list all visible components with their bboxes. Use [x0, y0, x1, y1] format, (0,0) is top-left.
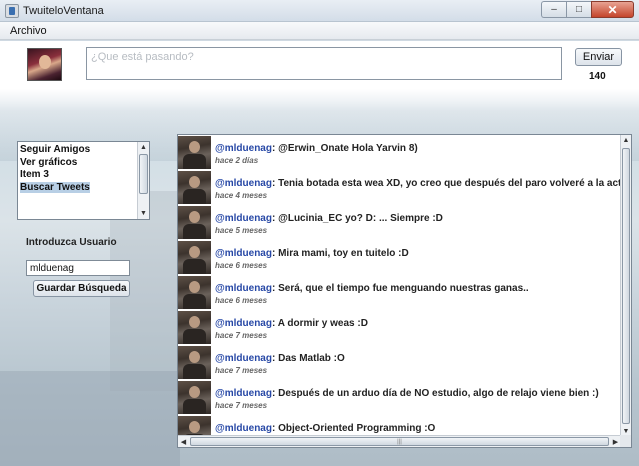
option-item-label: Seguir Amigos [20, 144, 91, 155]
option-item[interactable]: Seguir Amigos [18, 144, 137, 157]
window-controls: – □ ✕ [541, 1, 634, 18]
option-item[interactable]: Item 3 [18, 169, 137, 182]
tweet-time: hace 6 meses [215, 261, 268, 270]
tweet-row[interactable]: @mlduenag: Será, que el tiempo fue mengu… [178, 275, 621, 310]
tweet-user-link[interactable]: @mlduenag [215, 423, 272, 434]
send-button[interactable]: Enviar [575, 48, 622, 66]
tweet-text: @mlduenag: Tenia botada esta wea XD, yo … [215, 178, 621, 189]
tweet-avatar [178, 171, 211, 204]
option-item[interactable]: Buscar Tweets [18, 181, 137, 195]
tweet-text: @mlduenag: Das Matlab :O [215, 353, 345, 364]
timeline-vertical-scrollbar[interactable]: ▲ ▼ [620, 135, 631, 437]
tweet-avatar [178, 311, 211, 344]
tweet-row[interactable]: @mlduenag: Object-Oriented Programming :… [178, 415, 621, 437]
tweet-row[interactable]: @mlduenag: Después de un arduo día de NO… [178, 380, 621, 415]
tweet-row[interactable]: @mlduenag: Das Matlab :O hace 7 meses [178, 345, 621, 380]
tweet-time: hace 7 meses [215, 401, 268, 410]
timeline[interactable]: @mlduenag: @Erwin_Onate Hola Yarvin 8) ha… [177, 134, 632, 448]
window-title: TwuiteloVentana [23, 5, 104, 17]
tweet-text: @mlduenag: A dormir y weas :D [215, 318, 368, 329]
tweet-user-link[interactable]: @mlduenag [215, 213, 272, 224]
tweet-avatar [178, 416, 211, 437]
scroll-up-icon[interactable]: ▲ [138, 142, 149, 153]
avatar [27, 48, 62, 81]
tweet-row[interactable]: @mlduenag: @Erwin_Onate Hola Yarvin 8) ha… [178, 135, 621, 170]
tweet-body: : Será, que el tiempo fue menguando nues… [271, 283, 529, 294]
tweet-row[interactable]: @mlduenag: A dormir y weas :D hace 7 mese… [178, 310, 621, 345]
tweet-avatar [178, 381, 211, 414]
tweet-body: : @Erwin_Onate Hola Yarvin 8) [271, 143, 418, 154]
scroll-thumb[interactable] [139, 154, 148, 194]
tweet-user-link[interactable]: @mlduenag [215, 283, 272, 294]
tweet-time: hace 7 meses [215, 366, 268, 375]
scroll-thumb[interactable] [622, 148, 630, 424]
option-item-label: Ver gráficos [20, 156, 78, 168]
tweet-text: @mlduenag: Después de un arduo día de NO… [215, 388, 599, 399]
tweet-time: hace 5 meses [215, 226, 268, 235]
tweet-user-link[interactable]: @mlduenag [215, 248, 272, 259]
tweet-body: : Object-Oriented Programming :O [271, 423, 436, 434]
tweet-text: @mlduenag: Será, que el tiempo fue mengu… [215, 283, 529, 294]
tweet-text: @mlduenag: @Lucinia_EC yo? D: ... Siempr… [215, 213, 443, 224]
menu-bar: Archivo [0, 22, 639, 40]
app-icon [5, 4, 19, 18]
minimize-button[interactable]: – [541, 1, 566, 18]
background-ground [0, 371, 180, 466]
tweet-body: : @Lucinia_EC yo? D: ... Siempre :D [271, 213, 443, 224]
option-item-label: Buscar Tweets [20, 181, 90, 193]
tweet-user-link[interactable]: @mlduenag [215, 143, 272, 154]
user-input[interactable] [26, 260, 130, 276]
title-bar[interactable]: TwuiteloVentana – □ ✕ [0, 0, 639, 22]
tweet-input[interactable] [86, 47, 562, 80]
tweet-body: : Tenia botada esta wea XD, yo creo que … [271, 178, 621, 189]
user-input-label: Introduzca Usuario [26, 237, 117, 248]
tweet-body: : Das Matlab :O [271, 353, 345, 364]
tweet-user-link[interactable]: @mlduenag [215, 318, 272, 329]
tweet-user-link[interactable]: @mlduenag [215, 178, 272, 189]
tweet-body: : Después de un arduo día de NO estudio,… [271, 388, 599, 399]
main-content: Enviar 140 Seguir AmigosVer gráficosItem… [0, 41, 639, 466]
scroll-up-icon[interactable]: ▲ [621, 135, 631, 146]
tweet-row[interactable]: @mlduenag: Mira mami, toy en tuitelo :D h… [178, 240, 621, 275]
timeline-rows: @mlduenag: @Erwin_Onate Hola Yarvin 8) ha… [178, 135, 621, 437]
tweet-time: hace 2 días [215, 156, 259, 165]
tweet-row[interactable]: @mlduenag: Tenia botada esta wea XD, yo … [178, 170, 621, 205]
scroll-down-icon[interactable]: ▼ [138, 208, 149, 219]
tweet-time: hace 4 meses [215, 191, 268, 200]
save-search-button[interactable]: Guardar Búsqueda [33, 280, 130, 297]
options-list[interactable]: Seguir Amigos Ver gráficos Item 3 Buscar Tw… [17, 141, 150, 220]
maximize-button[interactable]: □ [566, 1, 591, 18]
option-item[interactable]: Ver gráficos [18, 157, 137, 170]
option-item-label: Item 3 [20, 169, 49, 180]
tweet-avatar [178, 346, 211, 379]
tweet-text: @mlduenag: Mira mami, toy en tuitelo :D [215, 248, 409, 259]
scroll-corner [620, 435, 631, 447]
tweet-avatar [178, 136, 211, 169]
tweet-text: @mlduenag: @Erwin_Onate Hola Yarvin 8) [215, 143, 418, 154]
options-scrollbar[interactable]: ▲ ▼ [137, 142, 149, 219]
char-counter: 140 [589, 71, 606, 82]
scroll-thumb[interactable]: ||| [190, 437, 609, 446]
tweet-avatar [178, 241, 211, 274]
tweet-user-link[interactable]: @mlduenag [215, 388, 272, 399]
scroll-left-icon[interactable]: ◀ [178, 436, 189, 447]
close-button[interactable]: ✕ [591, 1, 634, 18]
options-items: Seguir Amigos Ver gráficos Item 3 Buscar Tw… [18, 142, 137, 219]
tweet-body: : Mira mami, toy en tuitelo :D [271, 248, 409, 259]
tweet-user-link[interactable]: @mlduenag [215, 353, 272, 364]
tweet-avatar [178, 276, 211, 309]
tweet-text: @mlduenag: Object-Oriented Programming :… [215, 423, 435, 434]
tweet-time: hace 7 meses [215, 331, 268, 340]
tweet-avatar [178, 206, 211, 239]
tweet-time: hace 6 meses [215, 296, 268, 305]
menu-archivo[interactable]: Archivo [10, 25, 47, 37]
timeline-horizontal-scrollbar[interactable]: ◀ ||| ▶ [178, 435, 621, 447]
tweet-row[interactable]: @mlduenag: @Lucinia_EC yo? D: ... Siempr… [178, 205, 621, 240]
tweet-body: : A dormir y weas :D [271, 318, 368, 329]
